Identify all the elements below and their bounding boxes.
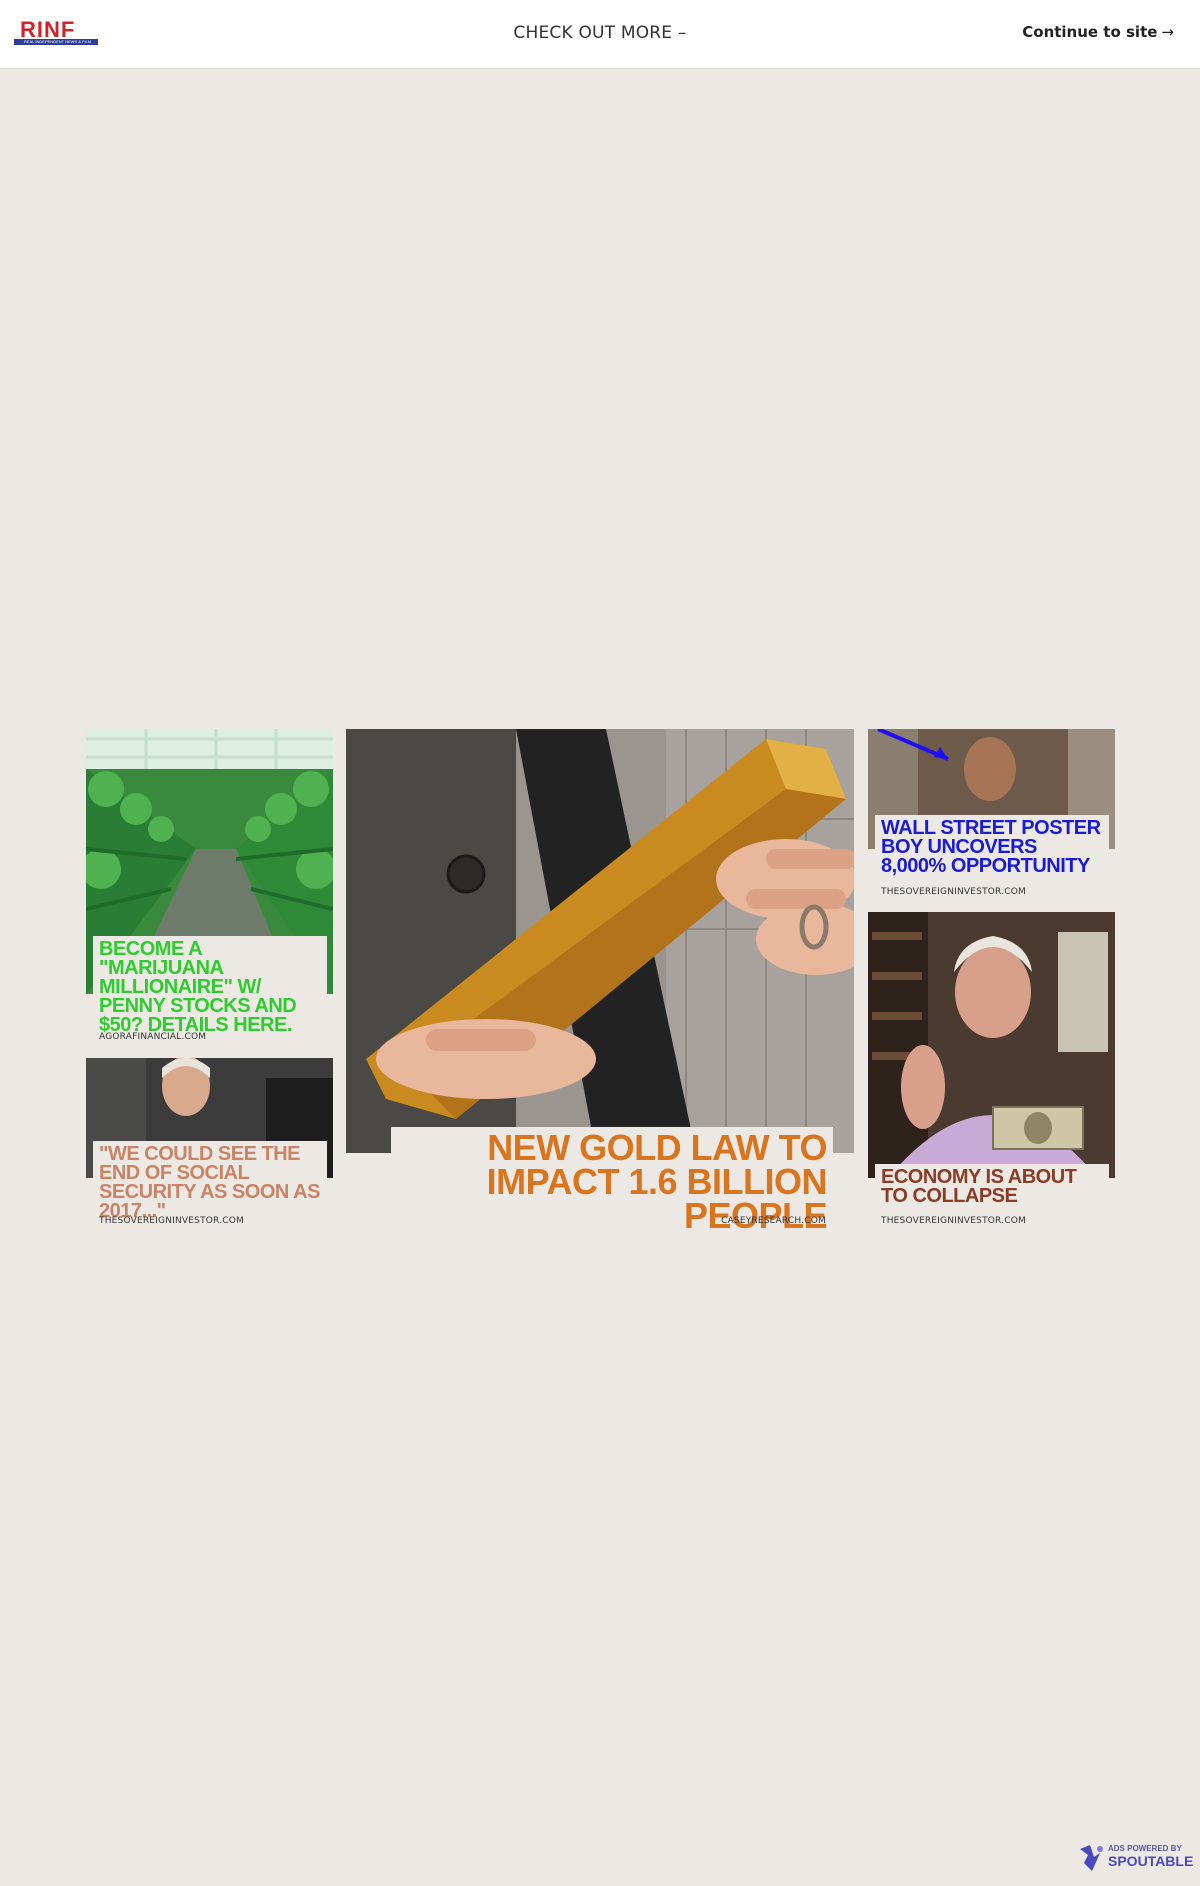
man-with-five-dollar-image bbox=[868, 912, 1115, 1178]
ad-source: THESOVEREIGNINVESTOR.COM bbox=[881, 887, 1026, 897]
ad-title: WALL STREET POSTER BOY UNCOVERS 8,000% O… bbox=[881, 817, 1101, 877]
spoutable-icon bbox=[1080, 1845, 1103, 1871]
ad-card-marijuana[interactable]: BECOME A "MARIJUANA MILLIONAIRE" W/ PENN… bbox=[86, 729, 333, 1044]
arrow-right-icon: → bbox=[1161, 23, 1174, 41]
ad-card-economy-collapse[interactable]: ECONOMY IS ABOUT TO COLLAPSE THESOVEREIG… bbox=[868, 912, 1115, 1228]
gold-bar-image bbox=[346, 729, 854, 1153]
ad-caption-box: BECOME A "MARIJUANA MILLIONAIRE" W/ PENN… bbox=[93, 936, 327, 1037]
check-out-more-label: CHECK OUT MORE – bbox=[513, 23, 687, 43]
ad-source: THESOVEREIGNINVESTOR.COM bbox=[881, 1216, 1026, 1226]
ad-card-gold-law[interactable]: NEW GOLD LAW TO IMPACT 1.6 BILLION PEOPL… bbox=[346, 729, 854, 1236]
spoutable-brand: SPOUTABLE bbox=[1108, 1853, 1194, 1869]
ad-source: THESOVEREIGNINVESTOR.COM bbox=[99, 1216, 244, 1226]
ad-caption-box: WALL STREET POSTER BOY UNCOVERS 8,000% O… bbox=[875, 815, 1109, 878]
ad-title: BECOME A "MARIJUANA MILLIONAIRE" W/ PENN… bbox=[99, 938, 297, 1036]
ad-card-social-security[interactable]: "WE COULD SEE THE END OF SOCIAL SECURITY… bbox=[86, 1058, 333, 1228]
ad-source: CASEYRESEARCH.COM bbox=[721, 1216, 826, 1226]
spoutable-badge[interactable]: ADS POWERED BY SPOUTABLE bbox=[1078, 1842, 1193, 1874]
ad-caption-box: "WE COULD SEE THE END OF SOCIAL SECURITY… bbox=[93, 1141, 327, 1223]
continue-label: Continue to site bbox=[1022, 23, 1158, 41]
top-bar: RINF REAL INDEPENDENT NEWS & FILM CHECK … bbox=[0, 0, 1200, 68]
ads-powered-by-label: ADS POWERED BY bbox=[1108, 1844, 1182, 1853]
continue-to-site-link[interactable]: Continue to site → bbox=[1022, 23, 1174, 41]
ad-caption-box: ECONOMY IS ABOUT TO COLLAPSE bbox=[875, 1164, 1109, 1208]
ad-source: AGORAFINANCIAL.COM bbox=[99, 1032, 207, 1042]
ad-title: ECONOMY IS ABOUT TO COLLAPSE bbox=[881, 1166, 1077, 1207]
ad-title: "WE COULD SEE THE END OF SOCIAL SECURITY… bbox=[99, 1143, 320, 1222]
ad-card-wall-street[interactable]: WALL STREET POSTER BOY UNCOVERS 8,000% O… bbox=[868, 729, 1115, 899]
